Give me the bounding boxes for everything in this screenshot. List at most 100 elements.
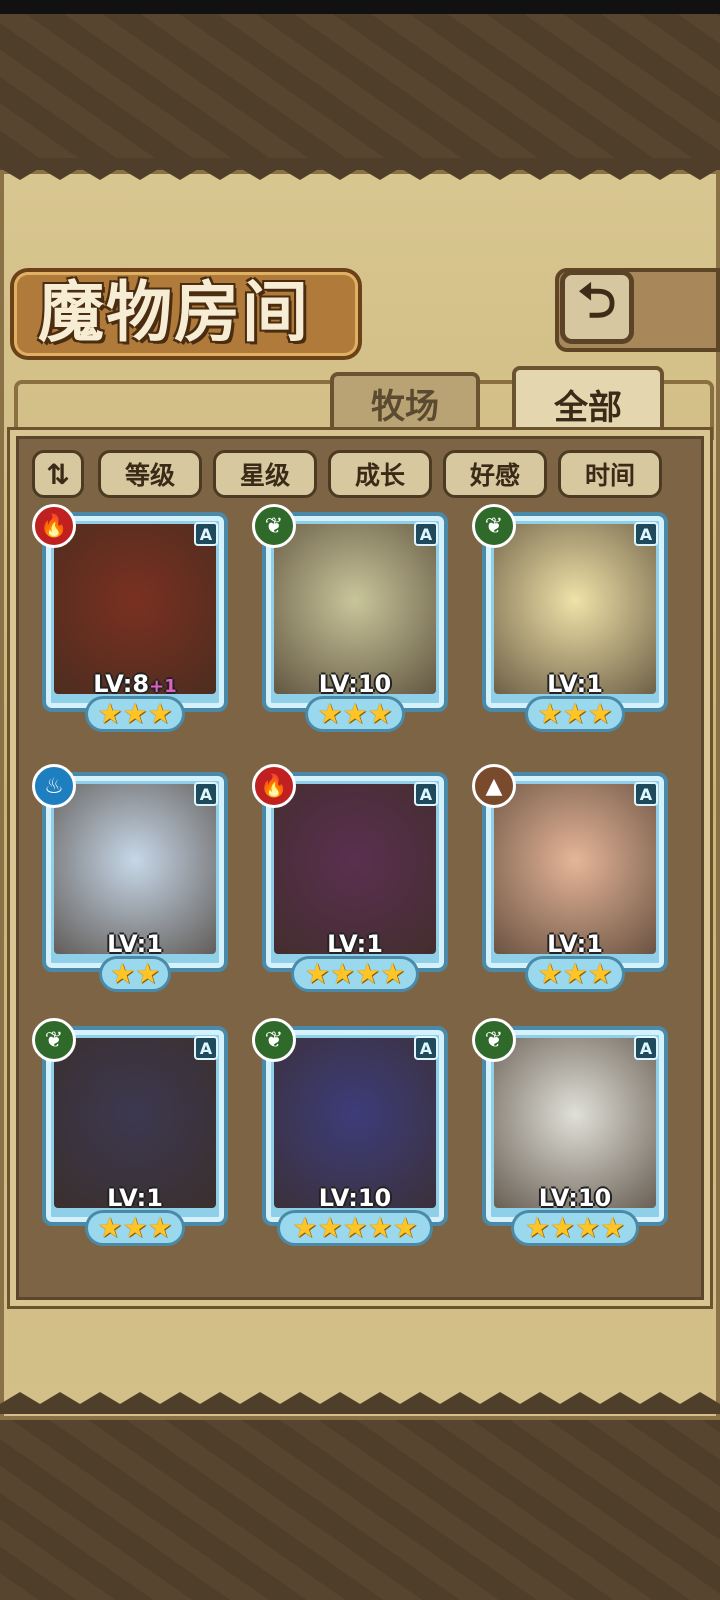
banner-bottom-edge: [0, 1392, 720, 1414]
sort-by-star-button[interactable]: 星级: [213, 450, 317, 498]
tab-ranch[interactable]: 牧场: [330, 372, 480, 430]
monster-level-text: LV:10: [538, 1184, 612, 1208]
star-rating: ★ ★ ★ ★: [291, 956, 419, 992]
monster-level-text: LV:8: [93, 670, 150, 694]
star-icon: ★: [562, 697, 588, 730]
star-icon: ★: [380, 957, 406, 990]
star-icon: ★: [122, 697, 148, 730]
star-rating: ★ ★ ★: [305, 696, 405, 732]
monster-portrait: LV:1: [54, 1038, 216, 1208]
monster-portrait: LV:10: [494, 1038, 656, 1208]
monster-portrait: LV:1: [54, 784, 216, 954]
star-icon: ★: [147, 697, 173, 730]
monster-portrait: LV:1: [494, 524, 656, 694]
monster-level: LV:8+1: [54, 670, 216, 694]
status-bar: [0, 0, 720, 14]
star-icon: ★: [317, 697, 343, 730]
star-icon: ★: [147, 1211, 173, 1244]
sort-order-icon: ⇅: [46, 457, 70, 491]
back-button[interactable]: ⮌: [560, 270, 634, 344]
rank-badge: A: [634, 782, 658, 806]
star-icon: ★: [317, 1211, 343, 1244]
star-icon: ★: [587, 697, 613, 730]
monster-portrait: LV:1: [274, 784, 436, 954]
star-icon: ★: [367, 697, 393, 730]
monster-level: LV:10: [274, 670, 436, 694]
rank-badge: A: [414, 522, 438, 546]
monster-card[interactable]: LV:8+1 A: [42, 512, 228, 712]
star-icon: ★: [562, 957, 588, 990]
star-icon: ★: [537, 697, 563, 730]
rank-badge: A: [194, 1036, 218, 1060]
star-icon: ★: [292, 1211, 318, 1244]
monster-level: LV:10: [494, 1184, 656, 1208]
nature-element-icon: ❦: [472, 504, 516, 548]
sort-by-affinity-button[interactable]: 好感: [443, 450, 547, 498]
star-icon: ★: [392, 1211, 418, 1244]
monster-portrait: LV:10: [274, 524, 436, 694]
star-rating: ★ ★ ★: [525, 696, 625, 732]
monster-portrait: LV:1: [494, 784, 656, 954]
star-rating: ★ ★ ★ ★: [511, 1210, 639, 1246]
star-rating: ★ ★ ★ ★ ★: [277, 1210, 433, 1246]
nature-element-icon: ❦: [252, 504, 296, 548]
star-rating: ★ ★ ★: [85, 1210, 185, 1246]
monster-level-bonus: +1: [149, 676, 177, 694]
rank-badge: A: [414, 1036, 438, 1060]
fire-element-icon: 🔥: [252, 764, 296, 808]
monster-level: LV:1: [494, 670, 656, 694]
monster-card[interactable]: LV:10 A: [262, 512, 448, 712]
monster-card[interactable]: LV:10 A: [482, 1026, 668, 1226]
monster-level: LV:1: [274, 930, 436, 954]
monster-level-text: LV:1: [107, 1184, 163, 1208]
star-rating: ★ ★: [99, 956, 171, 992]
monster-card[interactable]: LV:1 A: [262, 772, 448, 972]
star-icon: ★: [342, 697, 368, 730]
rank-badge: A: [414, 782, 438, 806]
monster-card[interactable]: LV:1 A: [42, 1026, 228, 1226]
monster-card[interactable]: LV:1 A: [42, 772, 228, 972]
rank-badge: A: [634, 1036, 658, 1060]
background-bottom: [0, 1405, 720, 1600]
star-icon: ★: [342, 1211, 368, 1244]
water-element-icon: ♨: [32, 764, 76, 808]
nature-element-icon: ❦: [472, 1018, 516, 1062]
star-icon: ★: [97, 697, 123, 730]
monster-portrait: LV:8+1: [54, 524, 216, 694]
nature-element-icon: ❦: [252, 1018, 296, 1062]
star-icon: ★: [549, 1211, 575, 1244]
monster-level: LV:1: [54, 930, 216, 954]
rank-badge: A: [194, 782, 218, 806]
monster-level-text: LV:1: [547, 930, 603, 954]
rank-badge: A: [634, 522, 658, 546]
star-icon: ★: [122, 1211, 148, 1244]
sort-by-growth-button[interactable]: 成长: [328, 450, 432, 498]
monster-level-text: LV:10: [318, 1184, 392, 1208]
monster-level-text: LV:1: [107, 930, 163, 954]
star-icon: ★: [537, 957, 563, 990]
earth-element-icon: ▲: [472, 764, 516, 808]
monster-level: LV:1: [494, 930, 656, 954]
monster-level-text: LV:10: [318, 670, 392, 694]
star-icon: ★: [135, 957, 161, 990]
star-icon: ★: [329, 957, 355, 990]
monster-card[interactable]: LV:10 A: [262, 1026, 448, 1226]
monster-level-text: LV:1: [547, 670, 603, 694]
star-icon: ★: [587, 957, 613, 990]
star-icon: ★: [97, 1211, 123, 1244]
star-icon: ★: [600, 1211, 626, 1244]
star-icon: ★: [355, 957, 381, 990]
star-icon: ★: [367, 1211, 393, 1244]
nature-element-icon: ❦: [32, 1018, 76, 1062]
sort-by-level-button[interactable]: 等级: [98, 450, 202, 498]
monster-card[interactable]: LV:1 A: [482, 772, 668, 972]
sort-order-toggle[interactable]: ⇅: [32, 450, 84, 498]
star-icon: ★: [524, 1211, 550, 1244]
star-icon: ★: [304, 957, 330, 990]
sort-by-time-button[interactable]: 时间: [558, 450, 662, 498]
rank-badge: A: [194, 522, 218, 546]
tab-all[interactable]: 全部: [512, 366, 664, 438]
monster-level-text: LV:1: [327, 930, 383, 954]
monster-card[interactable]: LV:1 A: [482, 512, 668, 712]
banner-top-edge: [0, 158, 720, 180]
